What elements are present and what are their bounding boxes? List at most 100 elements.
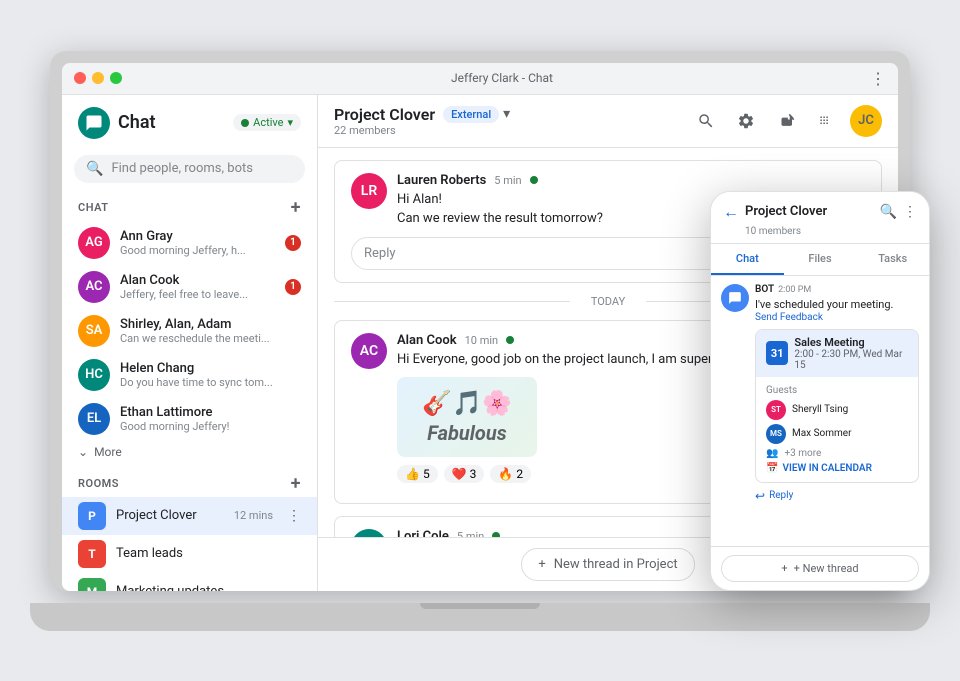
more-guests: 👥 +3 more <box>766 448 908 459</box>
phone-tabs: Chat Files Tasks <box>711 244 929 276</box>
more-chats-link[interactable]: ⌄ More <box>62 441 317 467</box>
status-badge[interactable]: Active ▾ <box>233 114 301 131</box>
search-button[interactable] <box>690 105 722 137</box>
apps-button[interactable] <box>810 105 842 137</box>
phone-plus-icon: + <box>781 562 787 575</box>
online-indicator <box>530 176 538 184</box>
chat-item-ethan[interactable]: EL Ethan Lattimore Good morning Jeffery! <box>62 397 317 441</box>
room-item-marketing[interactable]: M Marketing updates <box>62 573 317 591</box>
add-chat-button[interactable]: + <box>291 199 301 217</box>
guest-avatar: MS <box>766 424 786 444</box>
room-time: 12 mins <box>234 509 273 522</box>
chat-item-group[interactable]: SA Shirley, Alan, Adam Can we reschedule… <box>62 309 317 353</box>
phone-content[interactable]: BOT 2:00 PM I've scheduled your meeting.… <box>711 276 929 546</box>
sidebar: Chat Active ▾ 🔍 Find people, rooms, bots <box>62 95 318 591</box>
chat-name: Shirley, Alan, Adam <box>120 317 301 332</box>
phone-back-button[interactable]: ← <box>723 202 739 222</box>
search-bar[interactable]: 🔍 Find people, rooms, bots <box>74 155 305 183</box>
chat-name: Helen Chang <box>120 361 301 376</box>
phone-reply-label[interactable]: Reply <box>769 490 793 501</box>
chat-preview: Jeffery, feel free to leave... <box>120 288 275 301</box>
guest-avatar: ST <box>766 400 786 420</box>
chat-preview: Can we reschedule the meeti... <box>120 332 301 345</box>
title-bar: Jeffery Clark - Chat ⋮ <box>62 63 898 95</box>
reaction-heart[interactable]: ❤️ 3 <box>444 465 485 483</box>
user-avatar[interactable]: JC <box>850 105 882 137</box>
window-title: Jeffery Clark - Chat <box>134 71 870 85</box>
room-more-icon[interactable]: ⋮ <box>287 508 301 524</box>
close-button[interactable] <box>74 72 86 84</box>
msg-sender: Alan Cook <box>397 333 457 348</box>
phone-msg-text: I've scheduled your meeting. <box>755 297 919 312</box>
chat-item-alan-cook[interactable]: AC Alan Cook Jeffery, feel free to leave… <box>62 265 317 309</box>
tab-chat[interactable]: Chat <box>711 244 784 275</box>
member-count: 22 members <box>334 124 510 137</box>
phone-member-count: 10 members <box>723 226 917 237</box>
dropdown-arrow-icon[interactable]: ▾ <box>503 106 510 122</box>
msg-avatar: LR <box>351 173 387 209</box>
window-menu-icon[interactable]: ⋮ <box>870 69 886 88</box>
phone-new-thread-label: + New thread <box>794 562 859 575</box>
room-name: Project Clover <box>116 508 224 523</box>
app-logo <box>78 107 110 139</box>
view-calendar-link[interactable]: 📅 VIEW IN CALENDAR <box>766 463 908 474</box>
room-item-project-clover[interactable]: P Project Clover 12 mins ⋮ <box>62 497 317 535</box>
unread-badge: 1 <box>285 279 301 295</box>
cal-date: 31 <box>766 341 788 365</box>
msg-avatar: LC <box>351 529 387 537</box>
chat-section-label: CHAT + <box>62 191 317 221</box>
chat-name: Ann Gray <box>120 229 275 244</box>
guest-row-2: MS Max Sommer <box>766 424 908 444</box>
plus-icon: + <box>538 557 545 572</box>
phone-header: ← Project Clover 🔍 ⋮ 10 members <box>711 192 929 244</box>
phone-room-title: Project Clover <box>745 204 874 219</box>
avatar: HC <box>78 359 110 391</box>
video-button[interactable] <box>770 105 802 137</box>
room-title: Project Clover <box>334 105 435 124</box>
phone-new-thread-button[interactable]: + + New thread <box>721 555 919 582</box>
calendar-card: 31 Sales Meeting 2:00 - 2:30 PM, Wed Mar… <box>755 329 919 483</box>
sidebar-title: Chat <box>118 112 156 133</box>
traffic-lights <box>74 72 122 84</box>
minimize-button[interactable] <box>92 72 104 84</box>
status-dot <box>241 119 249 127</box>
settings-button[interactable] <box>730 105 762 137</box>
cal-event-title: Sales Meeting <box>794 336 908 349</box>
msg-time: 10 min <box>465 334 499 347</box>
tab-tasks[interactable]: Tasks <box>856 244 929 275</box>
phone-search-icon[interactable]: 🔍 <box>880 204 897 220</box>
guest-row-1: ST Sheryll Tsing <box>766 400 908 420</box>
add-room-button[interactable]: + <box>291 475 301 493</box>
room-icon: P <box>78 502 106 530</box>
msg-sender: Lori Cole <box>397 529 449 537</box>
guest-name: Sheryll Tsing <box>792 404 848 415</box>
laptop-base <box>30 603 930 631</box>
guests-label: Guests <box>766 385 908 396</box>
avatar: SA <box>78 315 110 347</box>
room-name: Marketing updates <box>116 584 301 591</box>
tab-files[interactable]: Files <box>784 244 857 275</box>
phone-bot-avatar <box>721 284 749 312</box>
new-thread-button[interactable]: + New thread in Project <box>521 548 694 581</box>
reaction-thumbs-up[interactable]: 👍 5 <box>397 465 438 483</box>
phone-time: 2:00 PM <box>778 285 811 295</box>
phone-feedback-link[interactable]: Send Feedback <box>755 312 919 323</box>
chat-item-ann-gray[interactable]: AG Ann Gray Good morning Jeffery, h... 1 <box>62 221 317 265</box>
chat-item-helen-chang[interactable]: HC Helen Chang Do you have time to sync … <box>62 353 317 397</box>
msg-avatar: AC <box>351 333 387 369</box>
phone-bot-message: BOT 2:00 PM I've scheduled your meeting.… <box>721 284 919 503</box>
room-item-team-leads[interactable]: T Team leads <box>62 535 317 573</box>
room-icon: T <box>78 540 106 568</box>
header-actions: JC <box>690 105 882 137</box>
maximize-button[interactable] <box>110 72 122 84</box>
avatar: EL <box>78 403 110 435</box>
gif-image: 🎸🎵🌸 Fabulous <box>397 377 537 457</box>
phone-more-icon[interactable]: ⋮ <box>903 204 917 220</box>
search-placeholder: Find people, rooms, bots <box>111 161 253 176</box>
cal-event-time: 2:00 - 2:30 PM, Wed Mar 15 <box>794 349 908 371</box>
room-name: Team leads <box>116 546 301 561</box>
reaction-fire[interactable]: 🔥 2 <box>490 465 531 483</box>
status-dropdown-icon: ▾ <box>287 116 293 129</box>
chat-name: Alan Cook <box>120 273 275 288</box>
msg-sender: Lauren Roberts <box>397 173 486 188</box>
